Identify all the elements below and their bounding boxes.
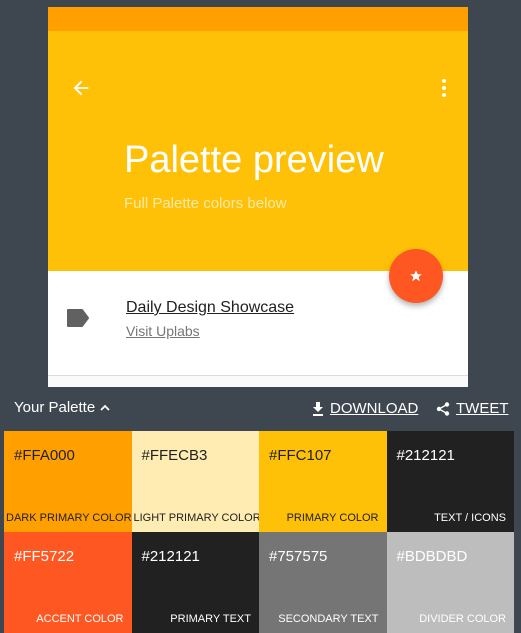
star-icon [410,270,422,282]
palette-toggle[interactable]: Your Palette [14,399,110,416]
app-title: Palette preview [124,139,384,181]
label-icon [67,309,89,327]
palette-label: Your Palette [14,399,96,416]
swatch-name: ACCENT COLOR [36,613,124,625]
swatch-text-icons[interactable]: #212121 TEXT / ICONS [386,431,514,532]
swatch-hex: #FF5722 [14,548,75,565]
swatch-name: LIGHT PRIMARY COLOR [133,512,260,524]
swatch-light-primary[interactable]: #FFECB3 LIGHT PRIMARY COLOR [131,431,260,532]
palette-toolbar: Your Palette DOWNLOAD TWEET [4,387,514,431]
swatch-name: SECONDARY TEXT [278,613,379,625]
download-icon [313,401,323,416]
phone-preview: Palette preview Full Palette colors belo… [48,7,468,387]
swatch-hex: #212121 [396,447,455,464]
swatch-name: PRIMARY COLOR [286,512,379,524]
download-button[interactable]: DOWNLOAD [312,400,418,417]
status-bar [48,7,468,31]
list-item-primary[interactable]: Daily Design Showcase [126,299,294,317]
swatch-hex: #FFECB3 [141,447,208,464]
swatch-accent[interactable]: #FF5722 ACCENT COLOR [4,532,132,633]
swatch-name: DARK PRIMARY COLOR [6,512,132,524]
app-bar: Palette preview Full Palette colors belo… [48,31,468,271]
swatch-hex: #212121 [141,548,200,565]
swatch-primary-text[interactable]: #212121 PRIMARY TEXT [131,532,259,633]
swatch-hex: #FFA000 [14,447,75,464]
swatch-primary[interactable]: #FFC107 PRIMARY COLOR [259,431,387,532]
swatch-hex: #BDBDBD [396,548,468,565]
swatch-secondary-text[interactable]: #757575 SECONDARY TEXT [259,532,387,633]
share-icon [436,401,450,416]
divider [48,375,468,376]
swatch-name: PRIMARY TEXT [170,613,251,625]
palette-swatches: #FFA000 DARK PRIMARY COLOR #FFECB3 LIGHT… [4,431,514,633]
chevron-up-icon [100,404,110,411]
download-label: DOWNLOAD [330,400,419,417]
swatch-name: TEXT / ICONS [434,512,506,524]
tweet-button[interactable]: TWEET [436,400,509,417]
swatch-name: DIVIDER COLOR [419,613,506,625]
list-item-secondary[interactable]: Visit Uplabs [126,323,200,339]
swatch-hex: #757575 [269,548,328,565]
fab-button[interactable] [389,249,443,303]
swatch-dark-primary[interactable]: #FFA000 DARK PRIMARY COLOR [4,431,132,532]
more-vert-icon[interactable] [440,77,448,99]
swatch-divider[interactable]: #BDBDBD DIVIDER COLOR [386,532,514,633]
tweet-label: TWEET [456,400,509,417]
app-subtitle: Full Palette colors below [124,195,287,212]
arrow-back-icon[interactable] [70,77,92,99]
swatch-hex: #FFC107 [269,447,332,464]
